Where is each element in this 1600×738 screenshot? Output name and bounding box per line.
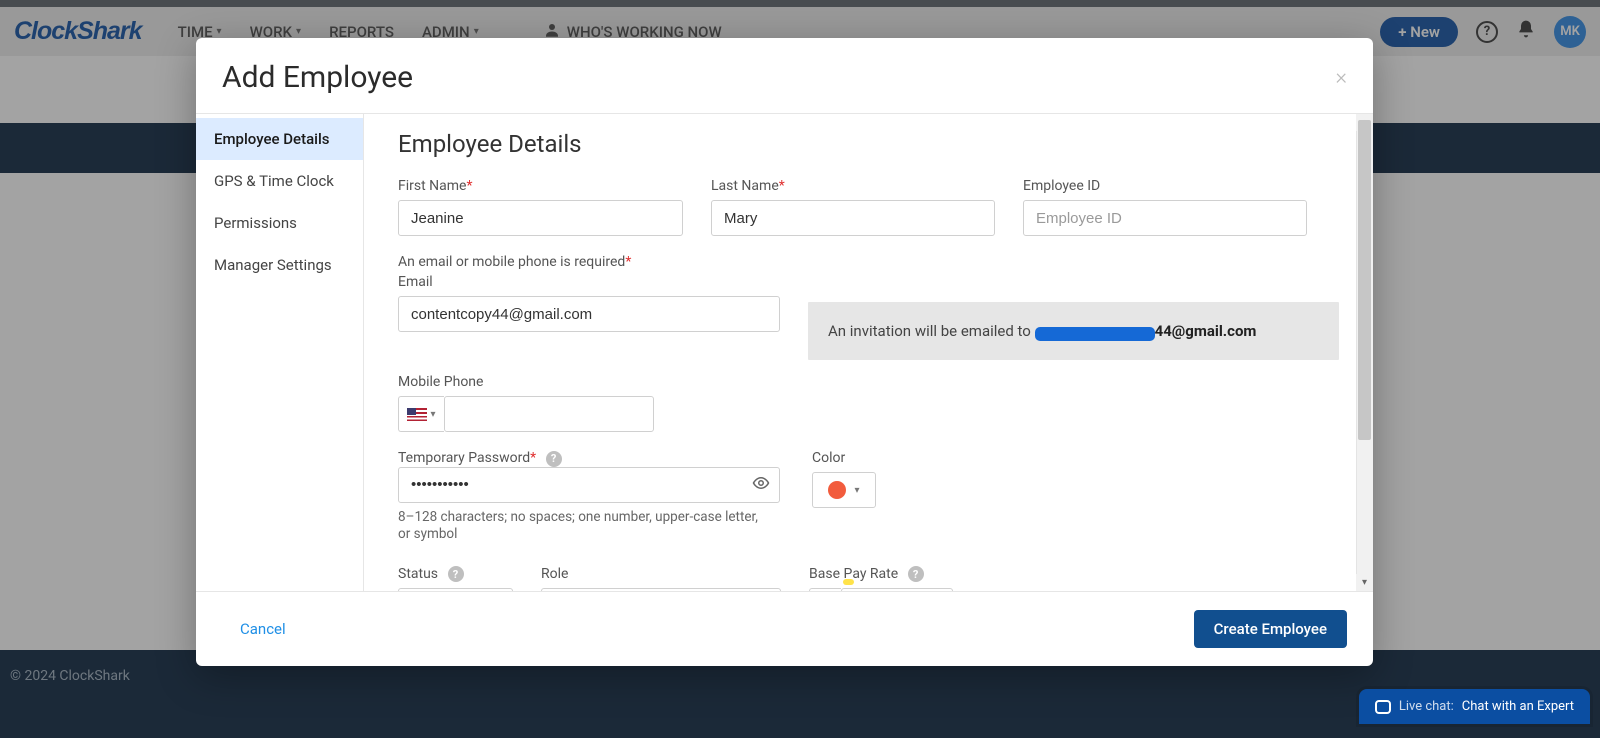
contact-required-hint: An email or mobile phone is required* bbox=[398, 254, 1339, 270]
modal-header: Add Employee × bbox=[196, 38, 1373, 114]
invitation-notice: An invitation will be emailed to 44@gmai… bbox=[808, 302, 1339, 360]
label-status: Status ? bbox=[398, 566, 513, 583]
eye-icon[interactable] bbox=[752, 474, 770, 496]
scrollbar[interactable]: ▴ ▾ bbox=[1356, 114, 1373, 591]
section-title: Employee Details bbox=[398, 130, 1339, 158]
create-employee-button[interactable]: Create Employee bbox=[1194, 610, 1347, 648]
highlight-mark bbox=[843, 579, 854, 585]
label-temp-password: Temporary Password* ? bbox=[398, 450, 562, 466]
tab-permissions[interactable]: Permissions bbox=[196, 202, 363, 244]
label-employee-id: Employee ID bbox=[1023, 178, 1307, 194]
label-role: Role bbox=[541, 566, 781, 582]
modal-footer: Cancel Create Employee bbox=[196, 591, 1373, 666]
scroll-down-icon[interactable]: ▾ bbox=[1356, 574, 1373, 591]
country-code-select[interactable]: ▾ bbox=[398, 396, 444, 432]
temp-password-input[interactable] bbox=[398, 467, 780, 503]
currency-prefix: $ bbox=[809, 588, 841, 591]
label-color: Color bbox=[812, 450, 876, 466]
modal-content: Employee Details First Name* Last Name* … bbox=[364, 114, 1373, 591]
help-icon[interactable]: ? bbox=[448, 566, 464, 582]
status-select[interactable]: Active ▾ bbox=[398, 588, 513, 591]
first-name-input[interactable] bbox=[398, 200, 683, 236]
last-name-input[interactable] bbox=[711, 200, 995, 236]
employee-id-input[interactable] bbox=[1023, 200, 1307, 236]
pay-rate-input[interactable] bbox=[841, 588, 953, 591]
chevron-down-icon: ▾ bbox=[854, 485, 859, 496]
password-hint: 8–128 characters; no spaces; one number,… bbox=[398, 509, 768, 544]
email-input[interactable] bbox=[398, 296, 780, 332]
tab-manager-settings[interactable]: Manager Settings bbox=[196, 244, 363, 286]
help-icon[interactable]: ? bbox=[546, 451, 562, 467]
tab-gps-time-clock[interactable]: GPS & Time Clock bbox=[196, 160, 363, 202]
redacted-email bbox=[1035, 327, 1155, 341]
label-base-pay-rate: Base Pay Rate ? bbox=[809, 566, 953, 583]
chat-icon bbox=[1375, 700, 1391, 714]
label-first-name: First Name* bbox=[398, 178, 683, 194]
scroll-thumb[interactable] bbox=[1358, 120, 1371, 440]
cancel-button[interactable]: Cancel bbox=[240, 620, 286, 638]
color-swatch bbox=[828, 481, 846, 499]
label-last-name: Last Name* bbox=[711, 178, 995, 194]
mobile-phone-input[interactable] bbox=[444, 396, 654, 432]
chevron-down-icon: ▾ bbox=[430, 409, 435, 420]
chat-prefix: Live chat: bbox=[1399, 699, 1454, 714]
close-icon[interactable]: × bbox=[1335, 65, 1347, 90]
label-email: Email bbox=[398, 274, 780, 290]
role-select[interactable]: Employee ▾ bbox=[541, 588, 781, 591]
chat-widget[interactable]: Live chat: Chat with an Expert bbox=[1359, 689, 1590, 724]
modal-sidebar: Employee Details GPS & Time Clock Permis… bbox=[196, 114, 364, 591]
label-mobile-phone: Mobile Phone bbox=[398, 374, 654, 390]
us-flag-icon bbox=[407, 408, 427, 421]
help-icon[interactable]: ? bbox=[908, 566, 924, 582]
add-employee-modal: Add Employee × Employee Details GPS & Ti… bbox=[196, 38, 1373, 666]
color-picker[interactable]: ▾ bbox=[812, 472, 876, 508]
modal-title: Add Employee bbox=[222, 60, 413, 95]
tab-employee-details[interactable]: Employee Details bbox=[196, 118, 363, 160]
chat-label: Chat with an Expert bbox=[1462, 699, 1574, 714]
